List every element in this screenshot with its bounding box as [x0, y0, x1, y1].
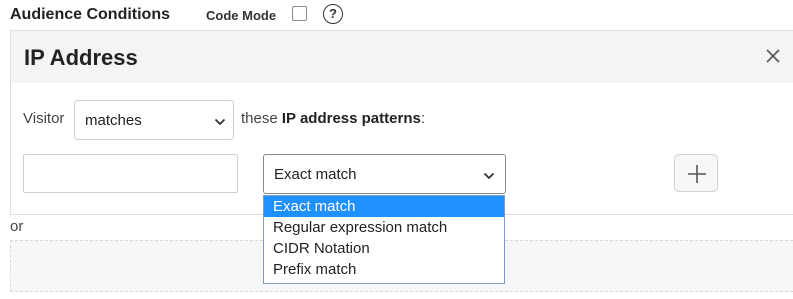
- ip-pattern-input[interactable]: [23, 154, 238, 193]
- dropdown-option-prefix-match[interactable]: Prefix match: [264, 259, 504, 280]
- condition-header: IP Address: [11, 31, 793, 83]
- code-mode-checkbox[interactable]: [292, 6, 307, 21]
- section-title: Audience Conditions: [10, 6, 170, 23]
- visitor-label: Visitor: [23, 110, 65, 127]
- or-separator: or: [10, 218, 24, 235]
- condition-title: IP Address: [24, 45, 138, 70]
- plus-icon: [688, 165, 706, 183]
- chevron-down-icon: [214, 118, 226, 126]
- dropdown-option-exact-match[interactable]: Exact match: [264, 196, 504, 217]
- colon-text: :: [420, 110, 425, 127]
- these-text: these: [241, 110, 282, 127]
- code-mode-label: Code Mode: [206, 8, 277, 23]
- match-type-dropdown-list: Exact match Regular expression match CID…: [263, 195, 505, 284]
- match-type-value: Exact match: [274, 166, 357, 183]
- operator-select[interactable]: matches: [74, 100, 234, 140]
- chevron-down-icon: [483, 172, 495, 180]
- add-pattern-button[interactable]: [674, 154, 718, 192]
- patterns-label: these IP address patterns:: [241, 110, 425, 127]
- dropdown-option-regex-match[interactable]: Regular expression match: [264, 217, 504, 238]
- operator-value: matches: [85, 112, 142, 129]
- close-icon[interactable]: [764, 47, 782, 65]
- audience-conditions-panel: Audience Conditions Code Mode ? IP Addre…: [0, 0, 793, 299]
- match-type-select[interactable]: Exact match: [263, 154, 506, 194]
- dropdown-option-cidr[interactable]: CIDR Notation: [264, 238, 504, 259]
- patterns-bold-text: IP address patterns: [281, 110, 421, 127]
- help-icon[interactable]: ?: [323, 4, 343, 24]
